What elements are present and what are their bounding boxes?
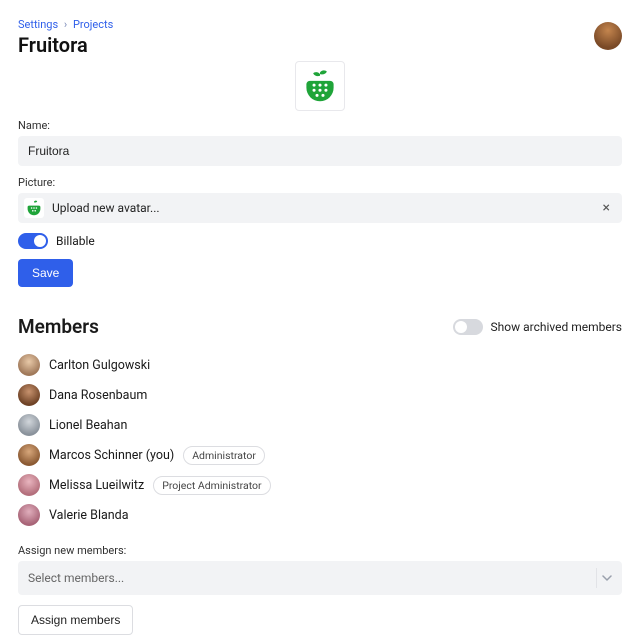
member-name: Valerie Blanda <box>49 508 129 523</box>
save-button[interactable]: Save <box>18 259 73 287</box>
assign-label: Assign new members: <box>18 544 622 557</box>
member-name: Marcos Schinner (you) <box>49 448 174 463</box>
name-input[interactable] <box>18 136 622 166</box>
member-name: Carlton Gulgowski <box>49 358 150 373</box>
member-avatar <box>18 474 40 496</box>
billable-toggle[interactable] <box>18 233 48 249</box>
page-title: Fruitora <box>18 33 113 57</box>
member-row[interactable]: Lionel Beahan <box>18 410 622 440</box>
member-row[interactable]: Carlton Gulgowski <box>18 350 622 380</box>
member-avatar <box>18 354 40 376</box>
show-archived-toggle[interactable] <box>453 319 483 335</box>
assign-members-button[interactable]: Assign members <box>18 605 133 635</box>
member-avatar <box>18 414 40 436</box>
member-avatar <box>18 444 40 466</box>
project-logo <box>295 61 345 111</box>
member-row[interactable]: Valerie Blanda <box>18 500 622 530</box>
member-name: Melissa Lueilwitz <box>49 478 144 493</box>
billable-label: Billable <box>56 234 95 248</box>
show-archived-label: Show archived members <box>491 320 622 334</box>
breadcrumb-projects[interactable]: Projects <box>73 18 113 31</box>
picture-label: Picture: <box>18 176 622 189</box>
clear-avatar-icon[interactable]: × <box>599 200 614 216</box>
member-avatar <box>18 384 40 406</box>
role-badge: Administrator <box>183 446 265 465</box>
select-placeholder: Select members... <box>28 571 596 585</box>
upload-text: Upload new avatar... <box>52 201 591 215</box>
member-row[interactable]: Melissa Lueilwitz Project Administrator <box>18 470 622 500</box>
member-name: Lionel Beahan <box>49 418 127 433</box>
user-avatar[interactable] <box>594 22 622 50</box>
breadcrumb-settings[interactable]: Settings <box>18 18 58 31</box>
breadcrumb-separator: › <box>64 18 67 31</box>
member-row[interactable]: Dana Rosenbaum <box>18 380 622 410</box>
role-badge: Project Administrator <box>153 476 270 495</box>
members-title: Members <box>18 315 99 338</box>
current-avatar-thumb <box>24 198 44 218</box>
grape-icon <box>303 69 337 103</box>
member-name: Dana Rosenbaum <box>49 388 147 403</box>
name-label: Name: <box>18 119 622 132</box>
member-avatar <box>18 504 40 526</box>
breadcrumb: Settings › Projects <box>18 18 113 31</box>
member-row[interactable]: Marcos Schinner (you) Administrator <box>18 440 622 470</box>
grape-icon <box>26 200 42 216</box>
select-members-dropdown[interactable]: Select members... <box>18 561 622 595</box>
upload-avatar-row[interactable]: Upload new avatar... × <box>18 193 622 223</box>
chevron-down-icon <box>596 568 616 588</box>
